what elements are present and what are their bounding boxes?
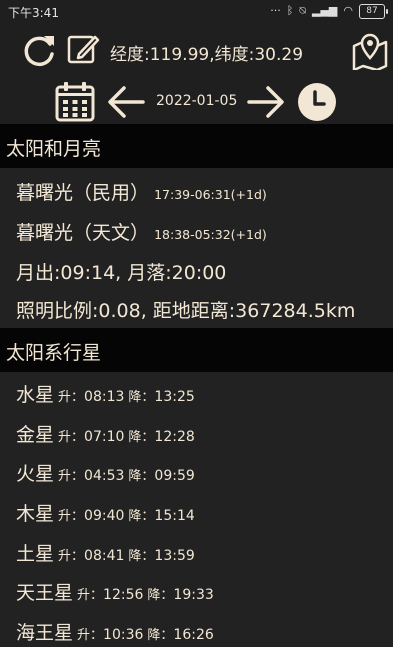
set-label: 降：: [147, 588, 174, 603]
set-label: 降：: [128, 430, 155, 445]
planet-row: 木星 升：09:40 降：15:14: [16, 499, 195, 526]
mute-icon: ⍉: [299, 4, 306, 17]
rise-label: 升：: [77, 588, 104, 603]
rise-time: 10:36: [103, 627, 144, 643]
edit-icon[interactable]: [66, 32, 100, 66]
next-day-arrow-icon[interactable]: [246, 85, 286, 119]
planet-name: 天王星: [16, 582, 74, 604]
set-label: 降：: [128, 549, 155, 564]
bluetooth-icon: ᛒ: [286, 4, 294, 17]
moon-rise-set: 月出:09:14, 月落:20:00: [16, 262, 227, 284]
status-icons: ··· ᛒ ⍉ ▂▄▆ ◠ 87: [270, 3, 388, 19]
set-time: 16:26: [173, 627, 214, 643]
planet-row: 火星 升：04:53 降：09:59: [16, 459, 195, 486]
civil-twilight-label: 暮曙光（民用）: [16, 182, 150, 204]
rise-time: 07:10: [84, 429, 125, 445]
set-time: 09:59: [154, 468, 195, 484]
set-time: 12:28: [154, 429, 195, 445]
astro-twilight-row: 暮曙光（天文） 18:38-05:32(+1d): [16, 218, 267, 245]
civil-twilight-value: 17:39-06:31(+1d): [154, 187, 267, 202]
planet-row: 天王星 升：12:56 降：19:33: [16, 578, 214, 605]
rise-label: 升：: [58, 430, 85, 445]
planets-title: 太阳系行星: [6, 342, 102, 364]
planet-row: 水星 升：08:13 降：13:25: [16, 380, 195, 407]
planet-row: 金星 升：07:10 降：12:28: [16, 420, 195, 447]
rise-time: 08:13: [84, 389, 125, 405]
rise-time: 09:40: [84, 508, 125, 524]
status-time: 下午3:41: [8, 6, 59, 20]
dots-icon: ···: [270, 4, 281, 17]
planet-name: 土星: [16, 543, 55, 565]
planet-name: 水星: [16, 384, 55, 406]
map-pin-icon[interactable]: [351, 30, 389, 70]
sun-moon-title: 太阳和月亮: [6, 138, 102, 160]
set-label: 降：: [128, 390, 155, 405]
signal-icon: ▂▄▆: [312, 4, 338, 17]
set-time: 19:33: [173, 587, 214, 603]
planet-name: 金星: [16, 424, 55, 446]
set-label: 降：: [128, 509, 155, 524]
moon-illumination: 照明比例:0.08, 距地距离:367284.5km: [16, 300, 356, 322]
planet-name: 火星: [16, 463, 55, 485]
status-bar: 下午3:41 ··· ᛒ ⍉ ▂▄▆ ◠ 87: [0, 0, 393, 24]
set-label: 降：: [147, 628, 174, 643]
set-time: 13:25: [154, 389, 195, 405]
set-label: 降：: [128, 469, 155, 484]
rise-time: 12:56: [103, 587, 144, 603]
current-date[interactable]: 2022-01-05: [156, 93, 237, 109]
battery-icon: 87: [359, 3, 388, 19]
planet-name: 木星: [16, 503, 55, 525]
planet-name: 海王星: [16, 622, 74, 644]
astro-twilight-label: 暮曙光（天文）: [16, 222, 150, 244]
clock-icon[interactable]: [297, 82, 337, 122]
set-time: 15:14: [154, 508, 195, 524]
planet-row: 海王星 升：10:36 降：16:26: [16, 618, 214, 645]
rise-time: 08:41: [84, 548, 125, 564]
wifi-icon: ◠: [343, 4, 353, 17]
rise-label: 升：: [58, 390, 85, 405]
coordinates-label: 经度:119.99,纬度:30.29: [110, 45, 304, 65]
rise-label: 升：: [58, 509, 85, 524]
previous-day-arrow-icon[interactable]: [106, 85, 146, 119]
rise-label: 升：: [58, 549, 85, 564]
calendar-icon[interactable]: [54, 81, 96, 123]
rise-label: 升：: [58, 469, 85, 484]
toolbar: 经度:119.99,纬度:30.29: [0, 24, 393, 80]
planets-section-header: 太阳系行星: [0, 328, 393, 372]
planet-row: 土星 升：08:41 降：13:59: [16, 539, 195, 566]
set-time: 13:59: [154, 548, 195, 564]
rise-time: 04:53: [84, 468, 125, 484]
sun-moon-section-header: 太阳和月亮: [0, 124, 393, 168]
date-navigation: 2022-01-05: [0, 80, 393, 124]
refresh-icon[interactable]: [20, 32, 58, 70]
civil-twilight-row: 暮曙光（民用） 17:39-06:31(+1d): [16, 178, 267, 205]
rise-label: 升：: [77, 628, 104, 643]
astro-twilight-value: 18:38-05:32(+1d): [154, 227, 267, 242]
